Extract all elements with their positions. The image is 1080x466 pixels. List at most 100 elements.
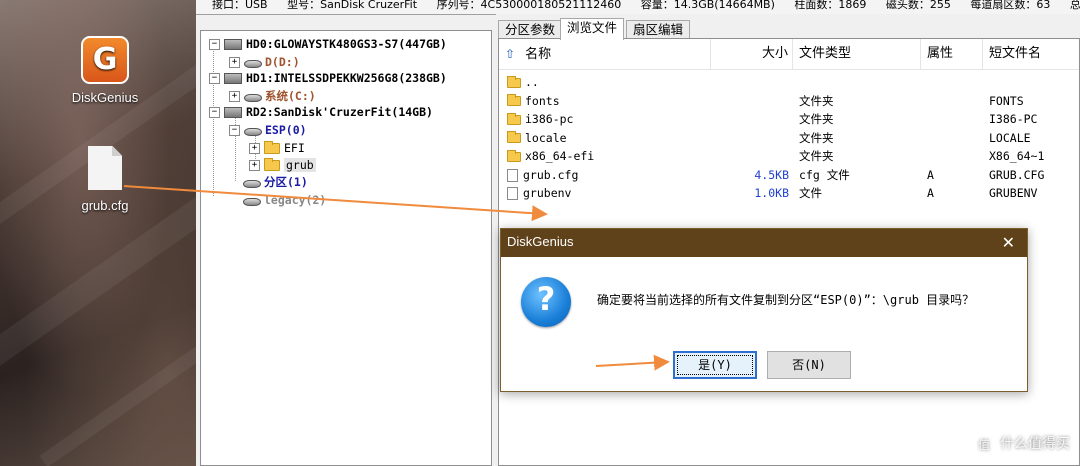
cell-short-name: FONTS <box>989 93 1024 108</box>
expand-icon[interactable]: + <box>249 160 260 171</box>
expand-icon[interactable]: + <box>229 57 240 68</box>
partition-icon <box>244 126 262 136</box>
collapse-icon[interactable]: − <box>209 73 220 84</box>
watermark: 值什么值得买 <box>974 433 1070 454</box>
cell-type: cfg 文件 <box>799 167 850 182</box>
yes-button[interactable]: 是(Y) <box>673 351 757 379</box>
cell-type: 文件夹 <box>799 149 834 163</box>
tree-node-hd1[interactable]: − HD1:INTELSSDPEKKW256G8(238GB) <box>209 69 447 87</box>
tree-node-label: EFI <box>284 141 305 155</box>
info-capacity: 容量：14.3GB(14664MB) <box>640 0 775 11</box>
partition-icon <box>243 196 261 206</box>
tree-node-hd0[interactable]: − HD0:GLOWAYSTK480GS3-S7(447GB) <box>209 35 447 53</box>
info-heads: 磁头数：255 <box>885 0 951 11</box>
table-row[interactable]: .. <box>499 73 1079 91</box>
collapse-icon[interactable]: − <box>209 107 220 118</box>
tab-sector-edit[interactable]: 扇区编辑 <box>626 20 691 39</box>
table-row[interactable]: x86_64-efi 文件夹 X86_64~1 <box>499 147 1079 165</box>
cell-short-name: I386-PC <box>989 112 1038 126</box>
desktop-icon-label: DiskGenius <box>71 90 139 105</box>
grub-cfg-desktop-file[interactable]: grub.cfg <box>62 146 148 213</box>
tree-node-legacy[interactable]: legacy(2) <box>229 191 326 209</box>
tree-node-grub-folder[interactable]: + grub <box>249 156 316 174</box>
info-model: 型号：SanDisk CruzerFit <box>287 0 418 11</box>
table-row[interactable]: grubenv 1.0KB 文件 A GRUBENV <box>499 184 1079 202</box>
cell-attr: A <box>927 167 934 182</box>
tree-node-label: legacy(2) <box>264 193 327 207</box>
folder-icon <box>507 94 521 106</box>
tree-node-label: HD0:GLOWAYSTK480GS3-S7(447GB) <box>246 37 447 51</box>
tree-node-rd2[interactable]: − RD2:SanDisk'CruzerFit(14GB) <box>209 103 433 121</box>
diskgenius-desktop-shortcut[interactable]: G DiskGenius <box>62 36 148 105</box>
desktop-background: G DiskGenius grub.cfg <box>0 0 196 466</box>
partition-icon <box>244 92 262 102</box>
confirm-copy-dialog: DiskGenius ✕ ? 确定要将当前选择的所有文件复制到分区“ESP(0)… <box>500 228 1028 392</box>
dialog-title: DiskGenius <box>507 234 574 249</box>
table-row[interactable]: i386-pc 文件夹 I386-PC <box>499 110 1079 128</box>
cell-type: 文件夹 <box>799 112 834 126</box>
close-icon[interactable]: ✕ <box>1002 233 1015 252</box>
folder-icon <box>507 75 521 88</box>
tree-node-efi-folder[interactable]: + EFI <box>249 139 305 157</box>
info-serial: 序列号：4C530000180521112460 <box>436 0 622 11</box>
info-cylinders: 柱面数：1869 <box>794 0 867 11</box>
cell-short-name: GRUB.CFG <box>989 167 1045 182</box>
hard-disk-icon <box>224 39 242 50</box>
expand-icon[interactable]: + <box>249 143 260 154</box>
tree-node-label: 系统(C:) <box>265 89 316 103</box>
folder-icon <box>507 149 521 162</box>
table-row[interactable]: locale 文件夹 LOCALE <box>499 129 1079 147</box>
folder-icon <box>507 131 521 143</box>
cell-name: .. <box>507 73 539 91</box>
file-icon <box>88 146 122 190</box>
cell-name: x86_64-efi <box>507 147 594 165</box>
document-icon <box>507 168 518 182</box>
partition-icon <box>243 178 261 188</box>
cell-name: locale <box>507 129 567 147</box>
collapse-icon[interactable]: − <box>229 125 240 136</box>
tree-node-esp[interactable]: − ESP(0) <box>229 121 307 139</box>
tab-partition-params[interactable]: 分区参数 <box>498 20 563 39</box>
info-sectors: 每道扇区数：63 <box>970 0 1051 11</box>
document-icon <box>507 187 518 200</box>
cell-type: 文件夹 <box>799 130 834 145</box>
cell-type: 文件 <box>799 186 822 200</box>
cell-size: 1.0KB <box>754 186 789 200</box>
tab-browse-files[interactable]: 浏览文件 <box>560 18 625 40</box>
cell-short-name: X86_64~1 <box>989 149 1045 163</box>
tree-node-label: ESP(0) <box>265 123 307 137</box>
column-name[interactable]: ⇧ 名称 <box>499 39 711 69</box>
tree-node-label: 分区(1) <box>264 175 308 189</box>
column-type[interactable]: 文件类型 <box>793 39 921 69</box>
dialog-title-bar[interactable]: DiskGenius ✕ <box>501 229 1027 257</box>
tree-node-label: RD2:SanDisk'CruzerFit(14GB) <box>246 105 433 119</box>
no-button[interactable]: 否(N) <box>767 351 851 379</box>
dialog-message: 确定要将当前选择的所有文件复制到分区“ESP(0)”：\grub 目录吗？ <box>597 293 975 307</box>
watermark-logo-icon: 值 <box>974 434 994 454</box>
info-interface: 接口：USB <box>212 0 268 11</box>
table-row[interactable]: grub.cfg 4.5KB cfg 文件 A GRUB.CFG <box>499 166 1079 184</box>
disk-tree-panel[interactable]: − HD0:GLOWAYSTK480GS3-S7(447GB) + D(D:) − H… <box>200 30 492 466</box>
expand-icon[interactable]: + <box>229 91 240 102</box>
cell-name: grubenv <box>507 184 571 202</box>
column-size[interactable]: 大小 <box>711 39 793 69</box>
cell-short-name: LOCALE <box>989 130 1031 145</box>
diskgenius-logo-icon: G <box>81 36 129 84</box>
table-row[interactable]: fonts 文件夹 FONTS <box>499 92 1079 110</box>
collapse-icon[interactable]: − <box>209 39 220 50</box>
column-attr[interactable]: 属性 <box>921 39 983 69</box>
cell-name: grub.cfg <box>507 166 578 184</box>
folder-icon <box>264 158 280 171</box>
cell-type: 文件夹 <box>799 93 834 108</box>
tree-node-partition-1[interactable]: 分区(1) <box>229 173 308 191</box>
disk-info-bar: 接口：USB 型号：SanDisk CruzerFit 序列号：4C530000… <box>196 0 1080 15</box>
column-short-name[interactable]: 短文件名 <box>983 39 1079 69</box>
dialog-body: ? 确定要将当前选择的所有文件复制到分区“ESP(0)”：\grub 目录吗？ <box>501 257 1027 391</box>
desktop-icon-label: grub.cfg <box>81 198 129 213</box>
cell-attr: A <box>927 186 934 200</box>
file-list-header: ⇧ 名称 大小 文件类型 属性 短文件名 <box>499 39 1079 70</box>
hard-disk-icon <box>224 73 242 84</box>
cell-size: 4.5KB <box>754 167 789 182</box>
tree-node-label: HD1:INTELSSDPEKKW256G8(238GB) <box>246 71 447 85</box>
cell-name: fonts <box>507 92 560 110</box>
